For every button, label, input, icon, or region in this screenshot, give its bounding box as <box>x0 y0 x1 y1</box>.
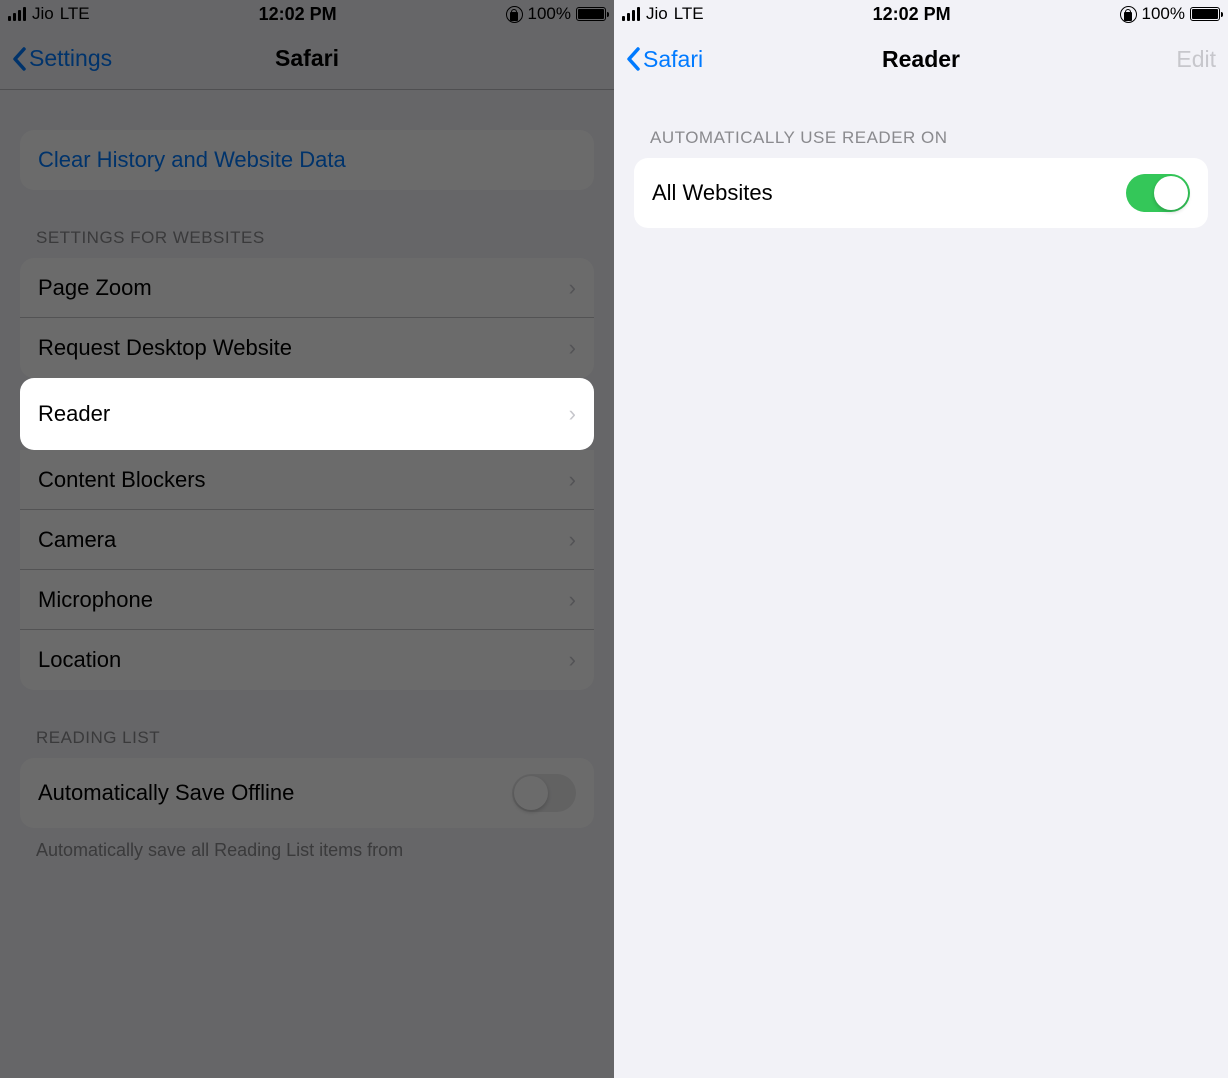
nav-bar: Settings Safari <box>0 28 614 90</box>
chevron-left-icon <box>12 47 26 71</box>
back-button[interactable]: Safari <box>626 46 703 73</box>
reader-settings-screen: Jio LTE 12:02 PM 100% Safari Reader Edit… <box>614 0 1228 1078</box>
auto-save-footer: Automatically save all Reading List item… <box>0 828 614 862</box>
edit-button[interactable]: Edit <box>1176 46 1216 73</box>
content-blockers-row[interactable]: Content Blockers › <box>20 450 594 510</box>
content-blockers-label: Content Blockers <box>38 467 206 493</box>
all-websites-label: All Websites <box>652 180 773 206</box>
auto-save-offline-row[interactable]: Automatically Save Offline <box>20 758 594 828</box>
clear-history-label: Clear History and Website Data <box>38 147 346 173</box>
time-label: 12:02 PM <box>873 4 951 25</box>
page-title: Safari <box>275 45 339 72</box>
auto-save-offline-toggle[interactable] <box>512 774 576 812</box>
chevron-right-icon: › <box>569 467 576 493</box>
signal-icon <box>8 7 26 21</box>
battery-icon <box>576 7 606 21</box>
chevron-right-icon: › <box>569 401 576 427</box>
battery-percent: 100% <box>528 4 571 24</box>
back-button[interactable]: Settings <box>12 45 112 72</box>
network-label: LTE <box>60 4 90 24</box>
carrier-label: Jio <box>646 4 668 24</box>
location-label: Location <box>38 647 121 673</box>
back-label: Safari <box>643 46 703 73</box>
microphone-row[interactable]: Microphone › <box>20 570 594 630</box>
request-desktop-row[interactable]: Request Desktop Website › <box>20 318 594 378</box>
auto-save-offline-label: Automatically Save Offline <box>38 780 294 806</box>
status-bar: Jio LTE 12:02 PM 100% <box>614 0 1228 28</box>
chevron-right-icon: › <box>569 527 576 553</box>
microphone-label: Microphone <box>38 587 153 613</box>
auto-reader-header: AUTOMATICALLY USE READER ON <box>614 128 1228 158</box>
signal-icon <box>622 7 640 21</box>
chevron-right-icon: › <box>569 647 576 673</box>
page-zoom-row[interactable]: Page Zoom › <box>20 258 594 318</box>
request-desktop-label: Request Desktop Website <box>38 335 292 361</box>
settings-websites-header: SETTINGS FOR WEBSITES <box>0 228 614 258</box>
back-label: Settings <box>29 45 112 72</box>
camera-label: Camera <box>38 527 116 553</box>
time-label: 12:02 PM <box>259 4 337 25</box>
network-label: LTE <box>674 4 704 24</box>
reader-label: Reader <box>38 401 110 427</box>
page-zoom-label: Page Zoom <box>38 275 152 301</box>
battery-icon <box>1190 7 1220 21</box>
reading-list-header: READING LIST <box>0 728 614 758</box>
nav-bar: Safari Reader Edit <box>614 28 1228 90</box>
carrier-label: Jio <box>32 4 54 24</box>
camera-row[interactable]: Camera › <box>20 510 594 570</box>
all-websites-toggle[interactable] <box>1126 174 1190 212</box>
rotation-lock-icon <box>506 6 523 23</box>
all-websites-row[interactable]: All Websites <box>634 158 1208 228</box>
status-bar: Jio LTE 12:02 PM 100% <box>0 0 614 28</box>
safari-settings-screen: Jio LTE 12:02 PM 100% Settings Safari Cl… <box>0 0 614 1078</box>
battery-percent: 100% <box>1142 4 1185 24</box>
reader-row[interactable]: Reader › <box>20 378 594 450</box>
rotation-lock-icon <box>1120 6 1137 23</box>
chevron-left-icon <box>626 47 640 71</box>
clear-history-button[interactable]: Clear History and Website Data <box>20 130 594 190</box>
chevron-right-icon: › <box>569 275 576 301</box>
chevron-right-icon: › <box>569 587 576 613</box>
location-row[interactable]: Location › <box>20 630 594 690</box>
chevron-right-icon: › <box>569 335 576 361</box>
page-title: Reader <box>882 46 960 73</box>
